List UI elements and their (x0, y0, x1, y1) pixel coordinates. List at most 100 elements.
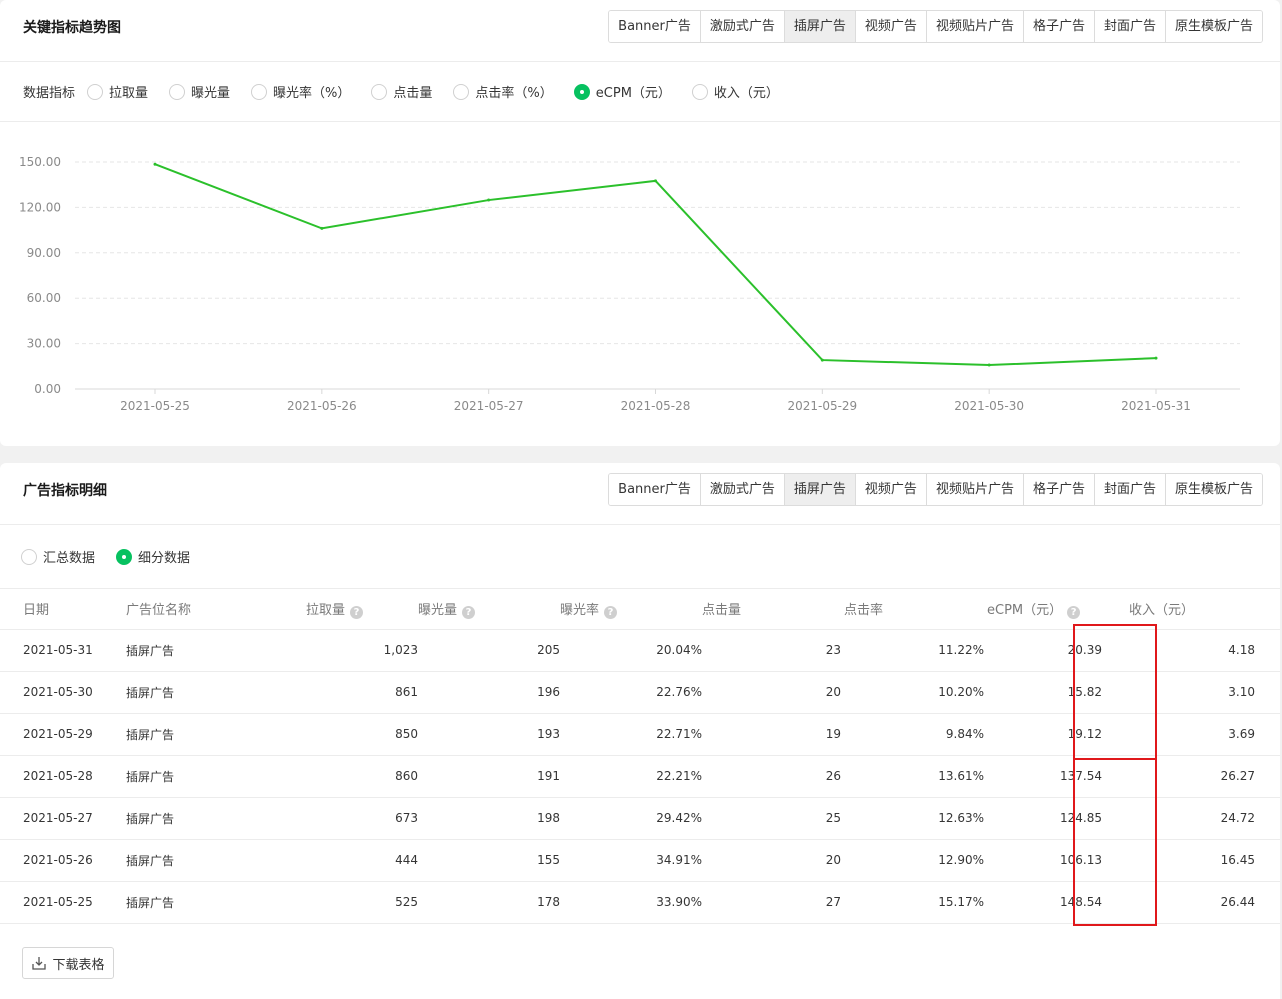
help-icon[interactable]: ? (462, 605, 476, 619)
metric-label-ctr: 点击率（%） (475, 86, 553, 101)
tab-native-template[interactable]: 原生模板广告 (1164, 474, 1262, 505)
metric-radio-impressions[interactable]: 曝光量 (169, 82, 230, 101)
cell-ecpm: 20.39 (987, 629, 1129, 672)
radio-dot-icon (453, 83, 470, 100)
cell-ctr: 9.84% (844, 713, 987, 756)
tab-video-patch[interactable]: 视频贴片广告 (925, 474, 1023, 505)
tab-video[interactable]: 视频广告 (854, 474, 926, 505)
metrics-label: 数据指标 (23, 86, 76, 101)
metric-selector: 数据指标 拉取量 曝光量 曝光率（%） 点击量 点击率（%） eCPM（元） 收… (0, 62, 1280, 122)
data-point[interactable] (487, 198, 491, 202)
cell-date: 2021-05-25 (0, 881, 126, 924)
cell-date: 2021-05-26 (0, 839, 126, 882)
data-point[interactable] (153, 162, 157, 166)
cell-date: 2021-05-30 (0, 671, 126, 714)
tab-banner[interactable]: Banner广告 (609, 474, 700, 505)
radio-dot-selected-icon (573, 83, 590, 100)
col-placement[interactable]: 广告位名称 (126, 589, 306, 630)
metric-radio-clicks[interactable]: 点击量 (371, 82, 432, 101)
cell-ctr: 12.90% (844, 839, 987, 882)
x-tick-label: 2021-05-29 (787, 399, 857, 413)
cell-revenue: 16.45 (1129, 839, 1280, 882)
data-point[interactable] (320, 226, 324, 230)
tab-grid[interactable]: 格子广告 (1022, 474, 1094, 505)
col-pull[interactable]: 拉取量? (306, 589, 418, 630)
download-label: 下载表格 (52, 957, 105, 973)
cell-ctr: 13.61% (844, 755, 987, 798)
tab-cover[interactable]: 封面广告 (1093, 11, 1165, 42)
cell-impression-rate: 33.90% (560, 881, 702, 924)
col-clicks[interactable]: 点击量 (702, 589, 844, 630)
cell-clicks: 19 (702, 713, 844, 756)
cell-ecpm: 106.13 (987, 839, 1129, 882)
tab-rewarded[interactable]: 激励式广告 (699, 474, 784, 505)
col-revenue[interactable]: 收入（元） (1129, 589, 1280, 630)
cell-revenue: 26.27 (1129, 755, 1280, 798)
cell-impression-rate: 22.76% (560, 671, 702, 714)
tab-interstitial[interactable]: 插屏广告 (783, 11, 855, 42)
metric-radio-impression-rate[interactable]: 曝光率（%） (251, 82, 350, 101)
y-tick-label: 60.00 (27, 291, 61, 305)
cell-clicks: 20 (702, 671, 844, 714)
cell-placement: 插屏广告 (126, 713, 306, 756)
metric-radio-ecpm[interactable]: eCPM（元） (573, 82, 671, 101)
cell-revenue: 26.44 (1129, 881, 1280, 924)
tab-banner[interactable]: Banner广告 (609, 11, 700, 42)
cell-impressions: 198 (418, 797, 560, 840)
cell-placement: 插屏广告 (126, 755, 306, 798)
table-row: 2021-05-28 插屏广告 860 191 22.21% 26 13.61% 137.54… (0, 755, 1280, 798)
tab-native-template[interactable]: 原生模板广告 (1164, 11, 1262, 42)
metric-radio-ctr[interactable]: 点击率（%） (453, 82, 553, 101)
col-ctr[interactable]: 点击率 (844, 589, 987, 630)
cell-ecpm: 124.85 (987, 797, 1129, 840)
x-tick-label: 2021-05-25 (120, 399, 190, 413)
cell-impression-rate: 22.21% (560, 755, 702, 798)
cell-impressions: 178 (418, 881, 560, 924)
view-radio-breakdown[interactable]: 细分数据 (116, 547, 190, 566)
radio-dot-icon (371, 83, 388, 100)
cell-ecpm: 19.12 (987, 713, 1129, 756)
col-impression-rate[interactable]: 曝光率? (560, 589, 702, 630)
col-impressions[interactable]: 曝光量? (418, 589, 560, 630)
trend-ad-type-tabs: Banner广告 激励式广告 插屏广告 视频广告 视频贴片广告 格子广告 封面广… (608, 10, 1263, 43)
view-radio-summary[interactable]: 汇总数据 (21, 547, 95, 566)
cell-pull: 444 (306, 839, 418, 882)
data-point[interactable] (1154, 356, 1158, 360)
cell-impression-rate: 22.71% (560, 713, 702, 756)
cell-date: 2021-05-27 (0, 797, 126, 840)
help-icon[interactable]: ? (604, 605, 618, 619)
data-point[interactable] (820, 358, 824, 362)
metric-radio-pull[interactable]: 拉取量 (87, 82, 148, 101)
cell-clicks: 27 (702, 881, 844, 924)
radio-dot-icon (21, 548, 37, 565)
tab-rewarded[interactable]: 激励式广告 (699, 11, 784, 42)
col-date[interactable]: 日期 (0, 589, 126, 630)
metric-label-ecpm: eCPM（元） (595, 86, 671, 101)
col-ecpm[interactable]: eCPM（元）? (987, 589, 1129, 630)
tab-video-patch[interactable]: 视频贴片广告 (925, 11, 1023, 42)
y-tick-label: 0.00 (34, 382, 61, 396)
cell-date: 2021-05-31 (0, 629, 126, 672)
tab-grid[interactable]: 格子广告 (1022, 11, 1094, 42)
cell-clicks: 20 (702, 839, 844, 882)
tab-cover[interactable]: 封面广告 (1093, 474, 1165, 505)
help-icon[interactable]: ? (350, 605, 364, 619)
table-row: 2021-05-26 插屏广告 444 155 34.91% 20 12.90% 106.13… (0, 839, 1280, 882)
y-tick-label: 120.00 (19, 200, 61, 214)
cell-date: 2021-05-28 (0, 755, 126, 798)
data-point[interactable] (987, 363, 991, 367)
cell-impression-rate: 34.91% (560, 839, 702, 882)
cell-pull: 525 (306, 881, 418, 924)
series-line-ecpm (154, 163, 1157, 367)
x-tick-label: 2021-05-26 (287, 399, 357, 413)
metric-radio-revenue[interactable]: 收入（元） (691, 82, 779, 101)
help-icon[interactable]: ? (1067, 605, 1081, 619)
tab-interstitial[interactable]: 插屏广告 (783, 474, 855, 505)
download-table-button[interactable]: 下载表格 (22, 947, 114, 979)
table-row: 2021-05-31 插屏广告 1,023 205 20.04% 23 11.22% 20.3… (0, 629, 1280, 672)
cell-revenue: 4.18 (1129, 629, 1280, 672)
cell-impressions: 196 (418, 671, 560, 714)
data-point[interactable] (654, 179, 657, 183)
cell-impressions: 155 (418, 839, 560, 882)
tab-video[interactable]: 视频广告 (854, 11, 926, 42)
